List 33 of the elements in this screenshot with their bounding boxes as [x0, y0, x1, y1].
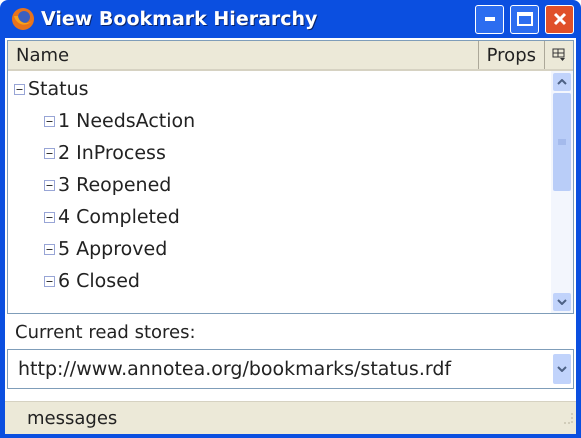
- close-button[interactable]: [545, 4, 574, 34]
- tree-item[interactable]: 3 Reopened: [58, 174, 172, 196]
- collapse-toggle[interactable]: [44, 116, 55, 126]
- browser-logo-icon: [11, 7, 35, 31]
- column-header[interactable]: Props: [478, 41, 545, 69]
- minimize-button[interactable]: [475, 4, 504, 34]
- collapse-toggle[interactable]: [44, 244, 55, 254]
- collapse-toggle[interactable]: [44, 212, 55, 222]
- collapse-toggle[interactable]: [44, 180, 55, 190]
- tree-item[interactable]: 4 Completed: [58, 206, 180, 228]
- maximize-icon: [516, 12, 532, 26]
- tree-item[interactable]: 6 Closed: [58, 270, 140, 292]
- scrollbar[interactable]: [551, 71, 573, 313]
- status-text: messages: [26, 408, 118, 428]
- tree-item[interactable]: 5 Approved: [58, 238, 168, 260]
- maximize-button[interactable]: [510, 4, 539, 34]
- close-icon: [552, 12, 566, 26]
- grip-lines-icon: [558, 139, 566, 145]
- column-picker-icon[interactable]: [552, 48, 566, 62]
- minimize-icon: [484, 17, 494, 21]
- collapse-toggle[interactable]: [44, 276, 55, 286]
- collapse-toggle[interactable]: [44, 148, 55, 158]
- column-header[interactable]: Name: [8, 41, 479, 69]
- scroll-down-icon: [557, 299, 567, 305]
- tree-item[interactable]: 2 InProcess: [58, 142, 166, 164]
- stores-dropdown[interactable]: http://www.annotea.org/bookmarks/status.rdf: [7, 349, 574, 389]
- collapse-toggle[interactable]: [14, 84, 25, 94]
- scroll-thumb[interactable]: [553, 93, 571, 191]
- tree-item[interactable]: 1 NeedsAction: [58, 110, 196, 132]
- window-title: View Bookmark Hierarchy: [41, 8, 318, 30]
- tree-item[interactable]: Status: [28, 78, 89, 100]
- scroll-up-icon: [557, 79, 567, 85]
- stores-label: Current read stores:: [14, 321, 197, 345]
